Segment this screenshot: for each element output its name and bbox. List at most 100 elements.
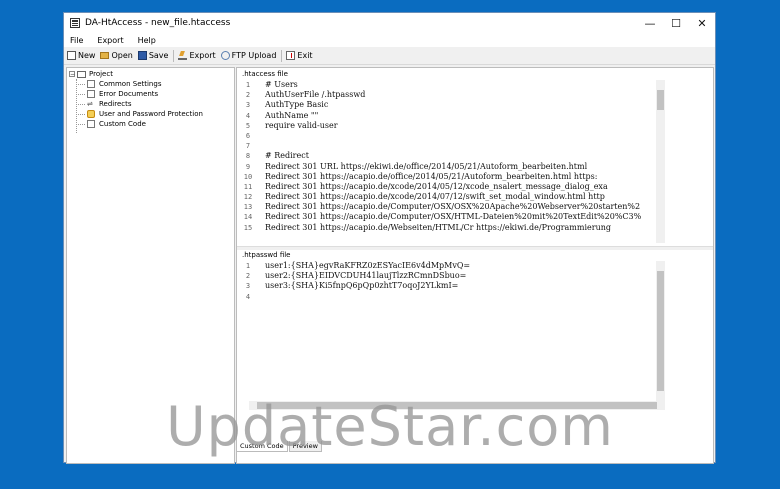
globe-upload-icon xyxy=(220,51,230,60)
save-button[interactable]: Save xyxy=(137,51,169,60)
collapse-icon[interactable]: − xyxy=(69,71,75,78)
close-button[interactable]: ✕ xyxy=(689,13,715,33)
tree-item-common-settings[interactable]: Common Settings xyxy=(78,79,234,89)
code-line[interactable]: Redirect 301 https://acapio.de/xcode/201… xyxy=(265,192,641,202)
line-number: 1 xyxy=(245,81,251,89)
code-line[interactable] xyxy=(265,141,641,151)
code-line[interactable]: # Redirect xyxy=(265,151,641,161)
code-line[interactable]: Redirect 301 https://acapio.de/Computer/… xyxy=(265,212,641,222)
export-icon xyxy=(178,51,188,60)
htaccess-label: .htaccess file xyxy=(242,70,288,78)
maximize-button[interactable]: ☐ xyxy=(663,13,689,33)
app-icon xyxy=(70,18,80,28)
menu-export[interactable]: Export xyxy=(95,36,125,45)
line-number: 15 xyxy=(243,223,253,232)
code-line[interactable]: # Users xyxy=(265,80,641,90)
code-line[interactable]: Redirect 301 https://acapio.de/Computer/… xyxy=(265,202,641,212)
line-number: 3 xyxy=(245,101,251,110)
line-number: 1 xyxy=(245,262,251,270)
htaccess-editor[interactable]: 1 2 3 4 5 6 7 8 9 10 11 12 13 14 15 # Users AuthUserFil… xyxy=(241,80,700,235)
menu-help[interactable]: Help xyxy=(136,36,158,45)
folder-open-icon xyxy=(100,52,110,59)
minimize-button[interactable]: — xyxy=(637,13,663,33)
page-icon xyxy=(87,90,95,98)
save-label: Save xyxy=(148,51,169,60)
toolbar-separator xyxy=(173,49,175,62)
htpasswd-editor[interactable]: 1 234 user1:{SHA}egvRaKFRZ0zESYacIE6v4dMp… xyxy=(241,261,700,401)
window-title: DA-HtAccess - new_file.htaccess xyxy=(85,18,231,28)
code-line[interactable] xyxy=(265,131,641,141)
code-line[interactable]: Redirect 301 https://acapio.de/office/20… xyxy=(265,172,641,182)
line-number: 10 xyxy=(243,172,253,181)
htaccess-scroll-thumb[interactable] xyxy=(657,90,664,110)
code-line[interactable]: require valid-user xyxy=(265,121,641,131)
project-icon xyxy=(77,70,86,78)
htaccess-vertical-scrollbar[interactable] xyxy=(656,80,665,243)
new-label: New xyxy=(78,51,96,60)
tree-item-label: Common Settings xyxy=(99,80,162,88)
menu-bar: File Export Help xyxy=(64,33,715,47)
lock-icon xyxy=(87,110,95,118)
tree-item-label: Redirects xyxy=(99,100,132,108)
tree-item-label: User and Password Protection xyxy=(99,110,203,118)
code-line[interactable]: AuthName "" xyxy=(265,111,641,121)
code-line[interactable]: AuthType Basic xyxy=(265,100,641,110)
open-label: Open xyxy=(111,51,133,60)
line-number: 9 xyxy=(245,162,251,171)
tree-item-label: Custom Code xyxy=(99,120,146,128)
ftp-upload-button[interactable]: FTP Upload xyxy=(220,51,277,60)
toolbar: New Open Save Export FTP Upload Exit xyxy=(64,47,715,65)
page-icon xyxy=(87,120,95,128)
htpasswd-vertical-scrollbar[interactable] xyxy=(656,261,665,401)
code-line[interactable]: Redirect 301 https://acapio.de/xcode/201… xyxy=(265,182,641,192)
tree-item-user-password-protection[interactable]: User and Password Protection xyxy=(78,109,234,119)
title-bar: DA-HtAccess - new_file.htaccess — ☐ ✕ xyxy=(64,13,715,33)
tree-root-project[interactable]: − Project xyxy=(69,69,234,79)
code-line[interactable]: user3:{SHA}Ki5fnpQ6pQp0zhtT7oqoJ2YLkmI= xyxy=(265,281,470,291)
htaccess-code[interactable]: # Users AuthUserFile /.htpasswd AuthType B… xyxy=(265,80,641,233)
line-number: 2 xyxy=(245,91,251,100)
code-line[interactable]: user1:{SHA}egvRaKFRZ0zESYacIE6v4dMpMvQ= xyxy=(265,261,470,271)
line-number: 14 xyxy=(243,213,253,222)
line-number: 13 xyxy=(243,203,253,212)
code-line[interactable] xyxy=(265,292,470,302)
code-line[interactable]: Redirect 301 https://acapio.de/Webseiten… xyxy=(265,223,641,233)
tree-item-error-documents[interactable]: Error Documents xyxy=(78,89,234,99)
export-label: Export xyxy=(189,51,216,60)
line-number: 4 xyxy=(245,292,251,301)
exit-button[interactable]: Exit xyxy=(286,51,313,60)
new-button[interactable]: New xyxy=(67,51,95,60)
tree-connector xyxy=(76,79,77,133)
watermark: UpdateStar.com xyxy=(166,395,614,458)
htaccess-line-numbers: 1 2 3 4 5 6 7 8 9 10 11 12 13 14 15 xyxy=(241,80,255,233)
menu-file[interactable]: File xyxy=(68,36,85,45)
tree-root-label: Project xyxy=(89,70,113,78)
ftp-label: FTP Upload xyxy=(231,51,277,60)
code-line[interactable]: user2:{SHA}EIDVCDUH41laujTlzzRCmnDSbuo= xyxy=(265,271,470,281)
exit-label: Exit xyxy=(297,51,313,60)
editor-splitter[interactable] xyxy=(237,246,713,250)
line-number: 7 xyxy=(245,142,251,151)
code-line[interactable]: Redirect 301 URL https://ekiwi.de/office… xyxy=(265,162,641,172)
line-number: 11 xyxy=(243,182,253,191)
toolbar-separator xyxy=(281,49,283,62)
line-number: 3 xyxy=(245,282,251,291)
line-number: 8 xyxy=(245,152,251,161)
open-button[interactable]: Open xyxy=(100,51,133,60)
htpasswd-code[interactable]: user1:{SHA}egvRaKFRZ0zESYacIE6v4dMpMvQ= u… xyxy=(265,261,470,302)
exit-door-icon xyxy=(286,51,296,60)
line-number: 12 xyxy=(243,193,253,202)
tree-item-redirects[interactable]: ⇌ Redirects xyxy=(78,99,234,109)
tree-item-label: Error Documents xyxy=(99,90,159,98)
floppy-save-icon xyxy=(137,51,147,60)
export-button[interactable]: Export xyxy=(178,51,216,60)
line-number: 6 xyxy=(245,131,251,140)
htpasswd-line-numbers: 1 234 xyxy=(241,261,255,302)
line-number: 5 xyxy=(245,121,251,130)
htpasswd-scroll-thumb[interactable] xyxy=(657,271,664,391)
page-icon xyxy=(87,80,95,88)
redirect-icon: ⇌ xyxy=(87,100,93,108)
code-line[interactable]: AuthUserFile /.htpasswd xyxy=(265,90,641,100)
tree-item-custom-code[interactable]: Custom Code xyxy=(78,119,234,129)
line-number: 2 xyxy=(245,272,251,281)
